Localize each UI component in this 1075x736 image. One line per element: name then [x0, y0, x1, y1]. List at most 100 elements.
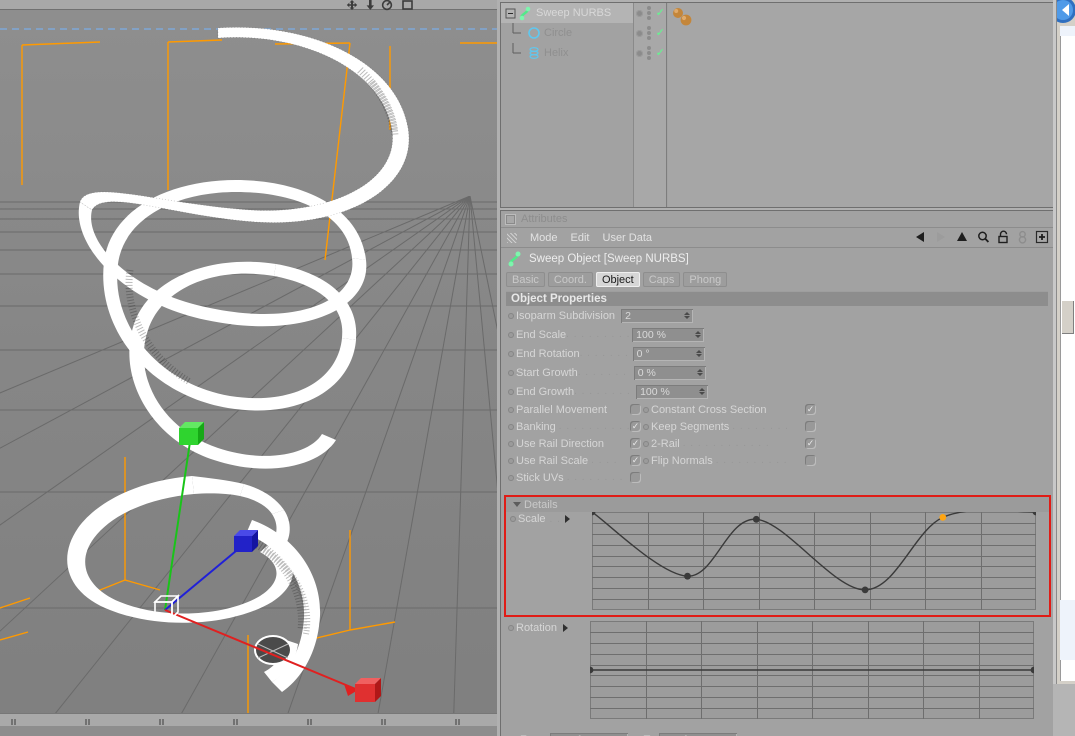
panel-menu-box-icon[interactable] — [506, 214, 515, 224]
param-bullet-icon[interactable] — [643, 406, 649, 413]
forward-arrow-icon[interactable] — [934, 230, 948, 244]
checkbox-input[interactable] — [805, 421, 816, 432]
param-bullet-icon[interactable] — [643, 440, 649, 447]
stepper-icon[interactable] — [696, 368, 704, 378]
checkbox-input[interactable] — [630, 404, 641, 415]
enabled-check-icon[interactable]: ✓ — [656, 7, 665, 19]
param-bullet-icon[interactable] — [508, 625, 514, 631]
checkbox-input[interactable] — [630, 438, 641, 449]
add-box-icon[interactable] — [1035, 230, 1049, 244]
property-row-isoparm-subdivision[interactable]: Isoparm Subdivision 2 — [501, 306, 1053, 325]
visibility-dot-icon[interactable] — [636, 49, 644, 57]
param-bullet-icon[interactable] — [643, 457, 649, 464]
drag-grip-icon[interactable] — [507, 232, 517, 243]
tab-coord[interactable]: Coord. — [547, 272, 593, 287]
stepper-icon[interactable] — [694, 330, 702, 340]
checkbox-flip-normals[interactable]: Flip Normals . . . . . . . . . . — [641, 455, 816, 467]
checkbox-row-2[interactable]: Banking . . . . . . . . . . Keep Segment… — [501, 418, 1053, 435]
object-controls-row[interactable]: ✓ — [634, 23, 667, 43]
property-row-start-growth[interactable]: Start Growth . . . . . . . 0 % — [501, 363, 1053, 382]
material-tag-icons[interactable] — [671, 5, 701, 31]
checkbox-row-3[interactable]: Use Rail Direction 2-Rail . . . . . . . … — [501, 435, 1053, 452]
param-bullet-icon[interactable] — [508, 388, 514, 395]
render-dots-icon[interactable] — [647, 26, 652, 40]
checkbox-row-4[interactable]: Use Rail Scale . . . . Flip Normals . . … — [501, 452, 1053, 469]
menu-mode[interactable]: Mode — [530, 232, 558, 244]
up-arrow-icon[interactable] — [955, 230, 969, 244]
stepper-icon[interactable] — [698, 387, 706, 397]
menu-edit[interactable]: Edit — [571, 232, 590, 244]
rotation-section[interactable]: Rotation — [504, 621, 1051, 719]
checkbox-stick-uvs[interactable]: Stick UVs . . . . . . . . — [501, 472, 641, 484]
checkbox-use-rail-scale[interactable]: Use Rail Scale . . . . — [501, 455, 641, 467]
viewport-nav-icons[interactable] — [343, 0, 423, 11]
param-bullet-icon[interactable] — [643, 423, 649, 430]
object-manager-panel[interactable]: Sweep NURBS Circle Helix ✓ ✓ ✓ — [500, 2, 1053, 208]
render-dots-icon[interactable] — [647, 6, 652, 20]
checkbox-input[interactable] — [805, 404, 816, 415]
tab-object[interactable]: Object — [595, 272, 640, 287]
param-bullet-icon[interactable] — [508, 440, 514, 447]
rotation-graph-row[interactable]: Rotation — [504, 621, 1051, 719]
property-row-end-scale[interactable]: End Scale . . . . . . . . . 100 % — [501, 325, 1053, 344]
checkbox-row-5[interactable]: Stick UVs . . . . . . . . — [501, 469, 1053, 486]
checkbox-input[interactable] — [630, 472, 641, 483]
checkbox-input[interactable] — [630, 455, 641, 466]
checkbox-constant-cross-section[interactable]: Constant Cross Section — [641, 404, 816, 416]
details-header[interactable]: Details — [506, 497, 1049, 512]
param-bullet-icon[interactable] — [508, 423, 514, 430]
checkbox-input[interactable] — [805, 438, 816, 449]
tab-caps[interactable]: Caps — [642, 272, 681, 287]
expand-arrow-icon[interactable] — [564, 515, 570, 523]
end-growth-input[interactable]: 100 % — [636, 384, 709, 399]
stepper-icon[interactable] — [683, 311, 691, 321]
menu-user-data[interactable]: User Data — [603, 232, 653, 244]
param-bullet-icon[interactable] — [508, 350, 514, 357]
render-dots-icon[interactable] — [647, 46, 652, 60]
object-controls-row[interactable]: ✓ — [634, 3, 667, 23]
attributes-tabs[interactable]: Basic Coord. Object Caps Phong — [501, 270, 1053, 289]
object-controls-row[interactable]: ✓ — [634, 43, 667, 63]
expand-collapse-icon[interactable] — [504, 6, 518, 20]
axis-gizmo[interactable] — [0, 10, 497, 726]
search-icon[interactable] — [976, 230, 990, 244]
visibility-dot-icon[interactable] — [636, 29, 644, 37]
background-browser-window[interactable] — [1053, 0, 1075, 736]
param-bullet-icon[interactable] — [510, 516, 516, 522]
expand-arrow-icon[interactable] — [562, 624, 568, 632]
lock-icon[interactable] — [997, 230, 1010, 244]
checkbox-input[interactable] — [805, 455, 816, 466]
object-item-sweep-nurbs[interactable]: Sweep NURBS — [501, 3, 633, 23]
stepper-icon[interactable] — [695, 349, 703, 359]
checkbox-2-rail[interactable]: 2-Rail . . . . . . . . . . . . — [641, 438, 816, 450]
object-tree[interactable]: Sweep NURBS Circle Helix — [501, 3, 634, 207]
attributes-menubar[interactable]: Mode Edit User Data — [501, 228, 1053, 248]
chevron-down-icon[interactable] — [513, 502, 521, 507]
enabled-check-icon[interactable]: ✓ — [656, 27, 665, 39]
rotation-spline-graph[interactable] — [590, 621, 1034, 719]
material-tags-area[interactable] — [668, 3, 1053, 207]
object-item-helix[interactable]: Helix — [501, 43, 633, 63]
scale-graph-row[interactable]: Scale . . — [506, 512, 1049, 610]
object-item-circle[interactable]: Circle — [501, 23, 633, 43]
checkbox-use-rail-direction[interactable]: Use Rail Direction — [501, 438, 641, 450]
details-section[interactable]: Details Scale . . — [504, 495, 1051, 617]
3d-viewport[interactable] — [0, 0, 497, 736]
param-bullet-icon[interactable] — [508, 331, 514, 338]
end-scale-input[interactable]: 100 % — [632, 327, 705, 342]
back-arrow-icon[interactable] — [913, 230, 927, 244]
tab-phong[interactable]: Phong — [683, 272, 728, 287]
start-growth-input[interactable]: 0 % — [633, 365, 706, 380]
checkbox-row-1[interactable]: Parallel Movement Constant Cross Section — [501, 401, 1053, 418]
checkbox-banking[interactable]: Banking . . . . . . . . . . — [501, 421, 641, 433]
browser-back-button[interactable] — [1057, 0, 1075, 26]
param-bullet-icon[interactable] — [508, 474, 514, 481]
scale-spline-graph[interactable] — [592, 512, 1036, 610]
timeline-ruler[interactable] — [0, 719, 497, 726]
isoparm-subdivision-input[interactable]: 2 — [621, 308, 694, 323]
checkbox-parallel-movement[interactable]: Parallel Movement — [501, 404, 641, 416]
property-row-end-growth[interactable]: End Growth . . . . . . . . 100 % — [501, 382, 1053, 401]
param-bullet-icon[interactable] — [508, 406, 514, 413]
end-rotation-input[interactable]: 0 ° — [632, 346, 705, 361]
param-bullet-icon[interactable] — [508, 312, 514, 319]
